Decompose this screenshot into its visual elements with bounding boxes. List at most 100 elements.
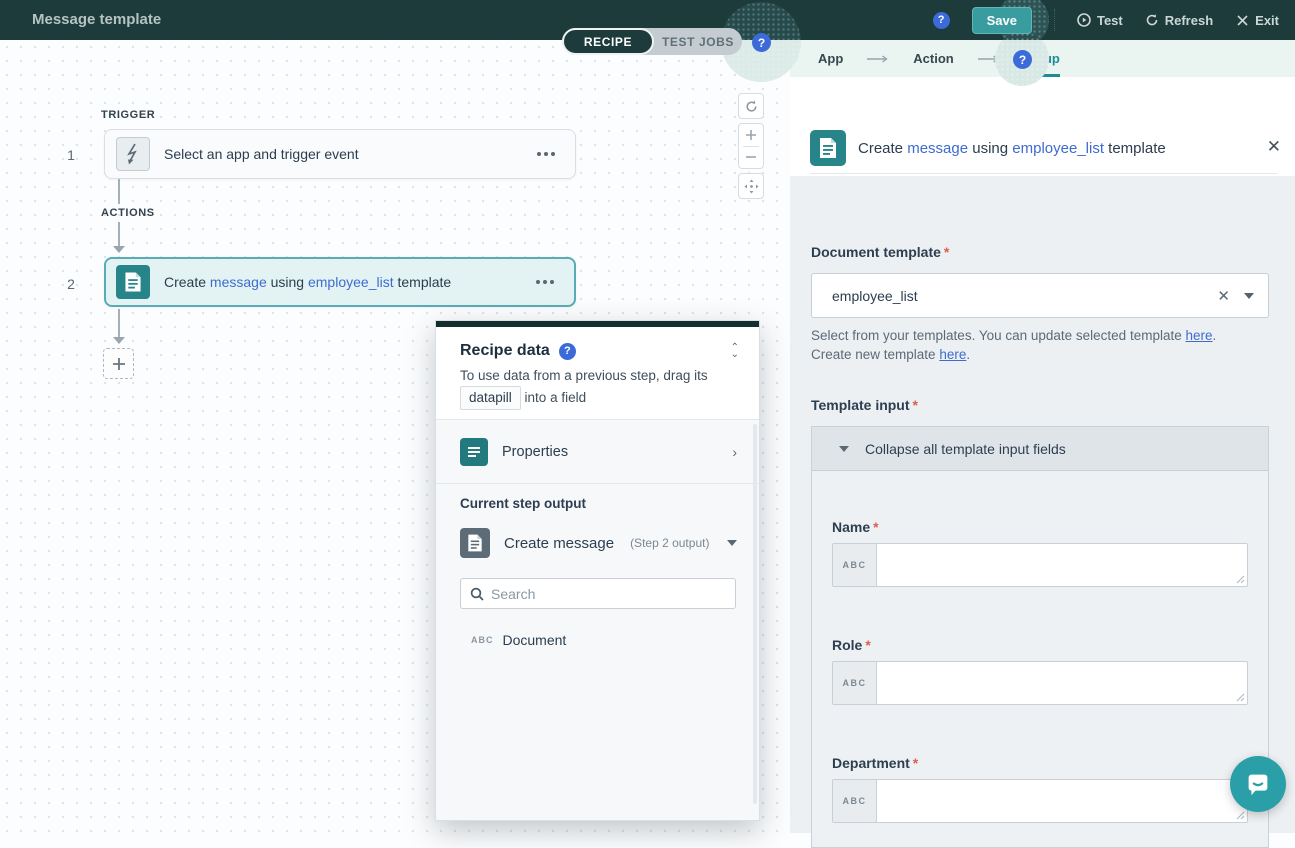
field-label-role: Role*: [832, 637, 871, 653]
field-input-name: ABC: [832, 543, 1248, 587]
document-step-icon: [116, 265, 150, 299]
popup-scrollbar[interactable]: [753, 424, 757, 804]
close-icon: [1235, 13, 1249, 27]
collapse-all-button[interactable]: Collapse all template input fields: [812, 427, 1268, 471]
document-template-helper: Select from your templates. You can upda…: [811, 326, 1259, 364]
step-number-1: 1: [64, 147, 78, 163]
text-type-badge: ABC: [833, 662, 877, 704]
action-step-label: Create message using employee_list templ…: [164, 274, 451, 290]
role-field[interactable]: [877, 662, 1247, 704]
add-step-button[interactable]: [103, 348, 134, 379]
help-icon-topbar[interactable]: ?: [933, 12, 950, 29]
chevron-right-icon: ›: [732, 444, 737, 460]
triangle-down-icon: [839, 446, 849, 452]
field-input-department: ABC: [832, 779, 1248, 823]
text-type-badge: ABC: [833, 780, 877, 822]
panel-step-title: Create message using employee_list templ…: [858, 140, 1166, 157]
template-link[interactable]: employee_list: [1012, 140, 1104, 157]
recipe-data-title: Recipe data: [460, 342, 550, 360]
tab-recipe[interactable]: RECIPE: [562, 28, 654, 55]
document-step-icon: [460, 528, 490, 558]
text-type-badge: ABC: [833, 544, 877, 586]
breadcrumb-arrow-icon: [867, 55, 889, 63]
popup-top-strip: [436, 321, 759, 327]
create-template-link[interactable]: here: [939, 347, 966, 362]
divider: [810, 173, 1277, 174]
step-setup-panel: App Action Setup Create message using em…: [790, 40, 1295, 833]
action-step-card-selected[interactable]: Create message using employee_list templ…: [104, 257, 576, 307]
plus-icon: [745, 129, 757, 141]
help-icon-recipe-toggle[interactable]: ?: [752, 33, 771, 52]
topbar-actions: ? Save Test Refresh Exit: [933, 0, 1279, 40]
zoom-control: [738, 123, 764, 169]
panel-header: Create message using employee_list templ…: [790, 77, 1295, 176]
recipe-title: Message template: [32, 11, 161, 28]
reset-view-button[interactable]: [738, 93, 764, 119]
trigger-bolt-icon: [116, 137, 150, 171]
document-template-label: Document template*: [811, 244, 949, 260]
setup-form: Document template* employee_list ✕ Selec…: [790, 176, 1295, 833]
breadcrumb-action[interactable]: Action: [913, 40, 953, 77]
chat-launcher-button[interactable]: [1230, 756, 1286, 812]
action-link[interactable]: message: [210, 274, 267, 290]
template-input-section: Collapse all template input fields Name*…: [811, 426, 1269, 848]
reset-icon: [744, 99, 759, 114]
recipe-data-body: Properties › Current step output Create …: [436, 419, 759, 820]
setup-breadcrumb: App Action Setup: [790, 40, 1295, 77]
action-link[interactable]: message: [907, 140, 968, 157]
close-panel-icon[interactable]: ✕: [1267, 137, 1281, 157]
template-input-label: Template input*: [811, 397, 918, 413]
divider: [436, 483, 759, 484]
fit-to-screen-button[interactable]: [738, 173, 764, 199]
department-field[interactable]: [877, 780, 1247, 822]
connector-line: [118, 179, 120, 204]
chevron-down-icon: [727, 540, 737, 546]
topbar-divider: [1054, 9, 1055, 31]
help-icon-setup-tab[interactable]: ?: [1013, 50, 1032, 69]
chevron-down-icon[interactable]: [1244, 293, 1254, 299]
play-circle-icon: [1077, 13, 1091, 27]
connector-line: [118, 222, 120, 248]
view-toggle: RECIPE TEST JOBS: [562, 28, 742, 55]
chat-bubble-icon: [1243, 769, 1273, 799]
properties-row[interactable]: Properties ›: [460, 433, 737, 471]
fit-screen-icon: [744, 179, 759, 194]
refresh-button[interactable]: Refresh: [1145, 13, 1213, 28]
test-button[interactable]: Test: [1077, 13, 1123, 28]
search-input[interactable]: [491, 586, 726, 602]
current-step-output-label: Current step output: [460, 496, 586, 511]
step-output-row[interactable]: Create message (Step 2 output): [460, 523, 737, 563]
recipe-data-description: To use data from a previous step, drag i…: [460, 366, 740, 410]
clear-selection-icon[interactable]: ✕: [1203, 287, 1244, 305]
save-button[interactable]: Save: [972, 7, 1032, 34]
connector-line: [118, 309, 120, 339]
refresh-icon: [1145, 13, 1159, 27]
connector-arrow-icon: [113, 337, 125, 344]
document-template-select[interactable]: employee_list ✕: [811, 273, 1269, 318]
action-more-menu[interactable]: [532, 276, 558, 288]
update-template-link[interactable]: here: [1185, 328, 1212, 343]
field-label-name: Name*: [832, 519, 879, 535]
breadcrumb-app[interactable]: App: [818, 40, 843, 77]
help-icon-recipe-data[interactable]: ?: [559, 343, 576, 360]
template-link[interactable]: employee_list: [308, 274, 394, 290]
recipe-data-popup: Recipe data ? ⌃⌄ To use data from a prev…: [435, 320, 760, 821]
zoom-in-button[interactable]: [739, 124, 763, 146]
properties-icon: [460, 438, 488, 466]
trigger-step-label: Select an app and trigger event: [164, 146, 359, 162]
trigger-step-card[interactable]: Select an app and trigger event: [104, 129, 576, 179]
field-label-department: Department*: [832, 755, 918, 771]
exit-button[interactable]: Exit: [1235, 13, 1279, 28]
trigger-section-label: TRIGGER: [101, 109, 155, 121]
datapill-chip: datapill: [460, 386, 521, 410]
plus-icon: [112, 357, 126, 371]
collapse-panel-icon[interactable]: ⌃⌄: [731, 344, 739, 358]
tab-test-jobs[interactable]: TEST JOBS: [654, 28, 742, 55]
search-icon: [470, 587, 484, 601]
trigger-more-menu[interactable]: [533, 148, 559, 160]
breadcrumb-arrow-icon: [978, 55, 1000, 63]
zoom-out-button[interactable]: [739, 147, 763, 169]
document-step-icon: [810, 130, 846, 166]
name-field[interactable]: [877, 544, 1247, 586]
datapill-document[interactable]: ABC Document: [471, 632, 566, 648]
